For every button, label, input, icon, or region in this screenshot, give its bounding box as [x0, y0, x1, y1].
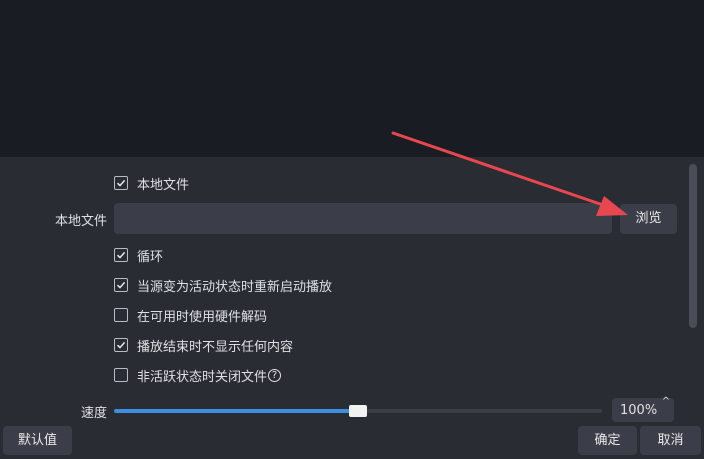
defaults-button[interactable]: 默认值 — [3, 426, 72, 455]
speed-slider-track[interactable] — [358, 409, 602, 413]
restart-on-active-checkbox[interactable]: 当源变为活动状态时重新启动播放 — [114, 276, 333, 295]
checkbox-label: 当源变为活动状态时重新启动播放 — [137, 279, 333, 295]
speed-value: 100% — [620, 403, 658, 418]
checkbox-box[interactable] — [114, 278, 128, 292]
ok-button[interactable]: 确定 — [578, 426, 637, 455]
local-file-checkbox[interactable]: 本地文件 — [114, 174, 190, 193]
speed-slider-handle[interactable] — [349, 405, 367, 417]
loop-checkbox[interactable]: 循环 — [114, 246, 164, 265]
checkmark-icon — [116, 341, 126, 349]
checkbox-box[interactable] — [114, 176, 128, 190]
speed-slider-fill — [114, 409, 358, 413]
speed-label: 速度 — [80, 406, 107, 421]
close-when-inactive-checkbox[interactable]: 非活跃状态时关闭文件 ? — [114, 366, 282, 385]
checkmark-icon — [116, 281, 126, 289]
checkbox-box[interactable] — [114, 308, 128, 322]
checkbox-label: 非活跃状态时关闭文件 — [137, 369, 268, 385]
checkbox-label: 在可用时使用硬件解码 — [137, 309, 268, 325]
checkbox-box[interactable] — [114, 338, 128, 352]
checkbox-box[interactable] — [114, 368, 128, 382]
checkmark-icon — [116, 251, 126, 259]
checkmark-icon — [116, 179, 126, 187]
local-file-input[interactable] — [114, 203, 612, 234]
checkbox-label: 播放结束时不显示任何内容 — [137, 339, 294, 355]
browse-button[interactable]: 浏览 — [620, 204, 677, 234]
chevron-up-icon[interactable]: ^ — [660, 396, 672, 408]
hardware-decode-checkbox[interactable]: 在可用时使用硬件解码 — [114, 306, 268, 325]
question-circle-icon[interactable]: ? — [268, 368, 282, 382]
preview-area — [0, 0, 704, 157]
checkbox-label: 循环 — [137, 249, 164, 265]
checkbox-box[interactable] — [114, 248, 128, 262]
speed-spinbox[interactable]: 100% ^ — [612, 396, 674, 422]
hide-on-end-checkbox[interactable]: 播放结束时不显示任何内容 — [114, 336, 294, 355]
scrollbar-thumb[interactable] — [689, 164, 697, 328]
cancel-button[interactable]: 取消 — [640, 426, 701, 455]
checkbox-label: 本地文件 — [137, 177, 190, 193]
local-file-label: 本地文件 — [54, 214, 107, 229]
